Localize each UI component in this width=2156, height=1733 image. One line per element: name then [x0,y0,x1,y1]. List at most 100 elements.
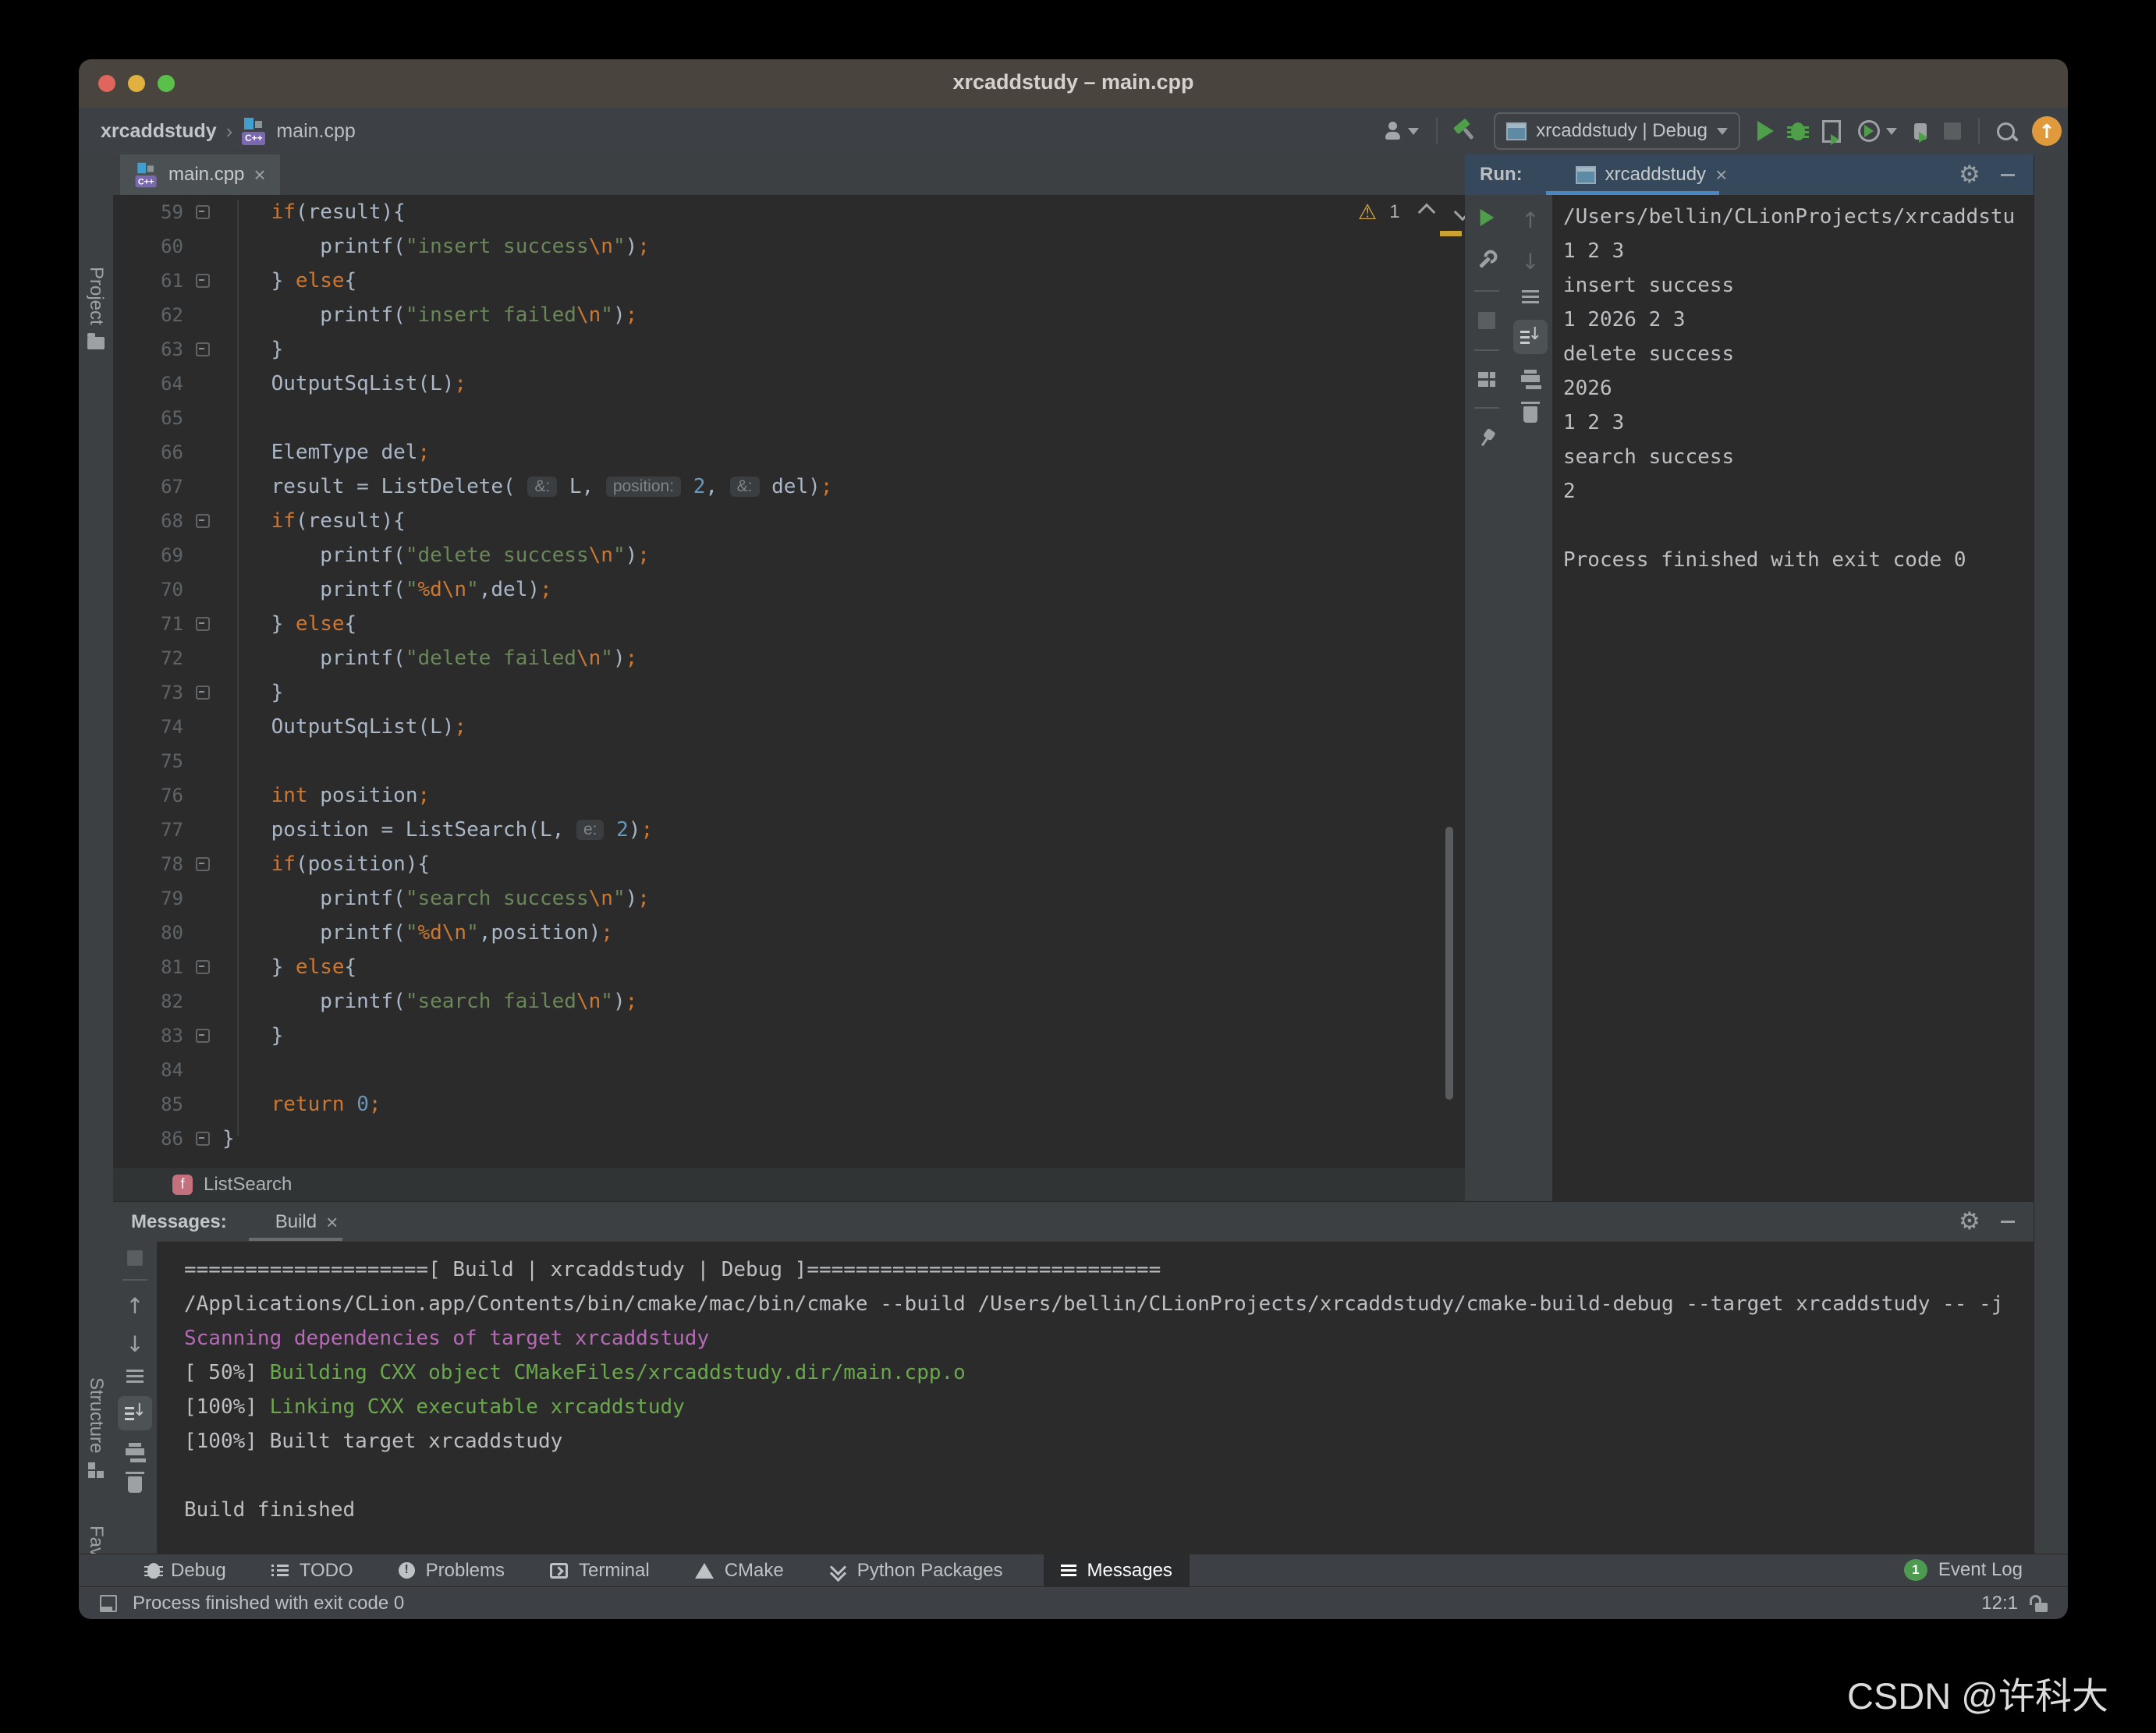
bottom-tab-terminal[interactable]: Terminal [545,1554,654,1587]
tool-window-toggle-icon[interactable] [100,1595,117,1612]
fold-marker[interactable] [196,617,210,631]
debug-button[interactable] [1787,122,1809,140]
code-line[interactable]: 75 [113,744,1465,778]
code-editor[interactable]: 59 if(result){60 printf("insert success\… [113,195,1465,1167]
scroll-to-end-button[interactable] [1513,320,1548,354]
code-line[interactable]: 69 printf("delete success\n"); [113,538,1465,572]
breadcrumb-file[interactable]: main.cpp [276,120,355,143]
hide-panel-icon[interactable] [2000,1220,2015,1223]
gear-icon[interactable] [1959,161,1980,189]
soft-wrap-icon[interactable] [126,1370,144,1384]
caret-position[interactable]: 12:1 [1981,1593,2018,1614]
unlock-icon[interactable] [2030,1594,2048,1612]
bottom-tab-todo[interactable]: TODO [267,1554,358,1587]
bottom-tab-messages[interactable]: Messages [1043,1554,1190,1587]
gear-icon[interactable] [1959,1207,1980,1235]
search-everywhere-button[interactable] [1997,122,2015,140]
attach-to-process-button[interactable] [1914,122,1927,143]
code-line[interactable]: 67 result = ListDelete( &: L, position: … [113,470,1465,504]
bottom-tab-problems[interactable]: Problems [394,1554,509,1587]
fold-marker[interactable] [196,342,210,356]
code-line[interactable]: 82 printf("search failed\n"); [113,984,1465,1019]
code-line[interactable]: 77 position = ListSearch(L, e: 2); [113,813,1465,847]
code-line[interactable]: 76 int position; [113,778,1465,813]
pin-tab-icon[interactable] [1474,426,1499,451]
fold-marker[interactable] [196,274,210,288]
clear-all-icon[interactable] [126,1472,144,1493]
sidebar-tab-structure[interactable]: Structure [80,1370,112,1486]
code-line[interactable]: 61 } else{ [113,264,1465,298]
bottom-tab-cmake[interactable]: CMake [690,1554,789,1587]
code-line[interactable]: 79 printf("search success\n"); [113,881,1465,916]
console-line: 1 2 3 [1563,239,1625,263]
restore-layout-icon[interactable] [1478,371,1495,387]
editor-tab-main-cpp[interactable]: C++ main.cpp × [120,154,280,195]
fold-marker[interactable] [196,857,210,871]
breadcrumb-project[interactable]: xrcaddstudy [101,120,217,143]
code-line[interactable]: 72 printf("delete failed\n"); [113,641,1465,675]
build-hammer-icon[interactable] [1450,115,1482,147]
run-console-output[interactable]: /Users/bellin/CLionProjects/xrcaddstu 1 2… [1552,195,2034,1201]
code-text: printf("delete failed\n"); [222,647,637,670]
code-line[interactable]: 60 printf("insert success\n"); [113,229,1465,264]
clear-all-icon[interactable] [1521,402,1540,423]
sidebar-tab-project[interactable]: Project [80,259,112,360]
print-icon[interactable] [126,1443,144,1460]
breadcrumb-function[interactable]: ListSearch [204,1174,292,1196]
update-available-icon[interactable] [2032,116,2062,146]
hide-panel-icon[interactable] [2000,173,2015,176]
prev-message-icon[interactable] [126,1293,144,1319]
edit-configuration-icon[interactable] [1472,244,1502,274]
code-line[interactable]: 65 [113,401,1465,435]
next-message-icon[interactable] [126,1331,144,1357]
messages-tab-build[interactable]: Build × [275,1211,339,1233]
scroll-to-end-button[interactable] [118,1396,152,1430]
fold-marker[interactable] [196,514,210,528]
build-output[interactable]: ====================[ Build | xrcaddstud… [157,1242,2034,1554]
user-menu-button[interactable] [1385,122,1420,140]
bottom-tab-python-packages[interactable]: Python Packages [824,1554,1008,1587]
code-line[interactable]: 70 printf("%d\n",del); [113,572,1465,607]
fold-marker[interactable] [196,205,210,219]
code-line[interactable]: 64 OutputSqList(L); [113,367,1465,401]
fold-marker[interactable] [196,686,210,700]
code-line[interactable]: 62 printf("insert failed\n"); [113,298,1465,332]
close-icon[interactable]: × [1715,165,1727,185]
code-line[interactable]: 86} [113,1122,1465,1156]
run-with-coverage-button[interactable] [1822,119,1841,145]
code-token: ) [625,887,638,910]
editor-scrollbar[interactable] [1445,827,1453,1100]
code-line[interactable]: 85 return 0; [113,1087,1465,1122]
code-line[interactable]: 74 OutputSqList(L); [113,710,1465,744]
code-token: ) [628,818,641,842]
title-bar[interactable]: xrcaddstudy – main.cpp [79,59,2068,108]
code-token: printf( [222,544,406,567]
code-line[interactable]: 71 } else{ [113,607,1465,641]
code-line[interactable]: 68 if(result){ [113,504,1465,538]
run-button[interactable] [1757,121,1774,141]
code-line[interactable]: 73 } [113,675,1465,710]
close-icon[interactable]: × [326,1212,338,1232]
code-line[interactable]: 66 ElemType del; [113,435,1465,470]
code-line[interactable]: 84 [113,1053,1465,1087]
rerun-button[interactable] [1480,208,1494,227]
run-tab-xrcaddstudy[interactable]: xrcaddstudy × [1575,164,1727,186]
bottom-tab-debug[interactable]: Debug [143,1554,231,1587]
close-icon[interactable]: × [254,165,265,185]
code-line[interactable]: 81 } else{ [113,950,1465,984]
inspection-widget[interactable]: 1 [1358,200,1471,225]
code-line[interactable]: 59 if(result){ [113,195,1465,229]
code-line[interactable]: 83 } [113,1019,1465,1053]
fold-marker[interactable] [196,960,210,974]
code-line[interactable]: 80 printf("%d\n",position); [113,916,1465,950]
print-icon[interactable] [1521,370,1540,387]
profiler-button[interactable] [1858,120,1897,142]
event-log-button[interactable]: 1 Event Log [1903,1554,2023,1586]
code-line[interactable]: 63 } [113,332,1465,367]
soft-wrap-icon[interactable] [1522,290,1539,304]
fold-marker[interactable] [196,1132,210,1146]
code-line[interactable]: 78 if(position){ [113,847,1465,881]
fold-marker[interactable] [196,1029,210,1043]
run-configuration-select[interactable]: xrcaddstudy | Debug [1494,112,1740,150]
prev-warning-icon[interactable] [1417,203,1435,221]
